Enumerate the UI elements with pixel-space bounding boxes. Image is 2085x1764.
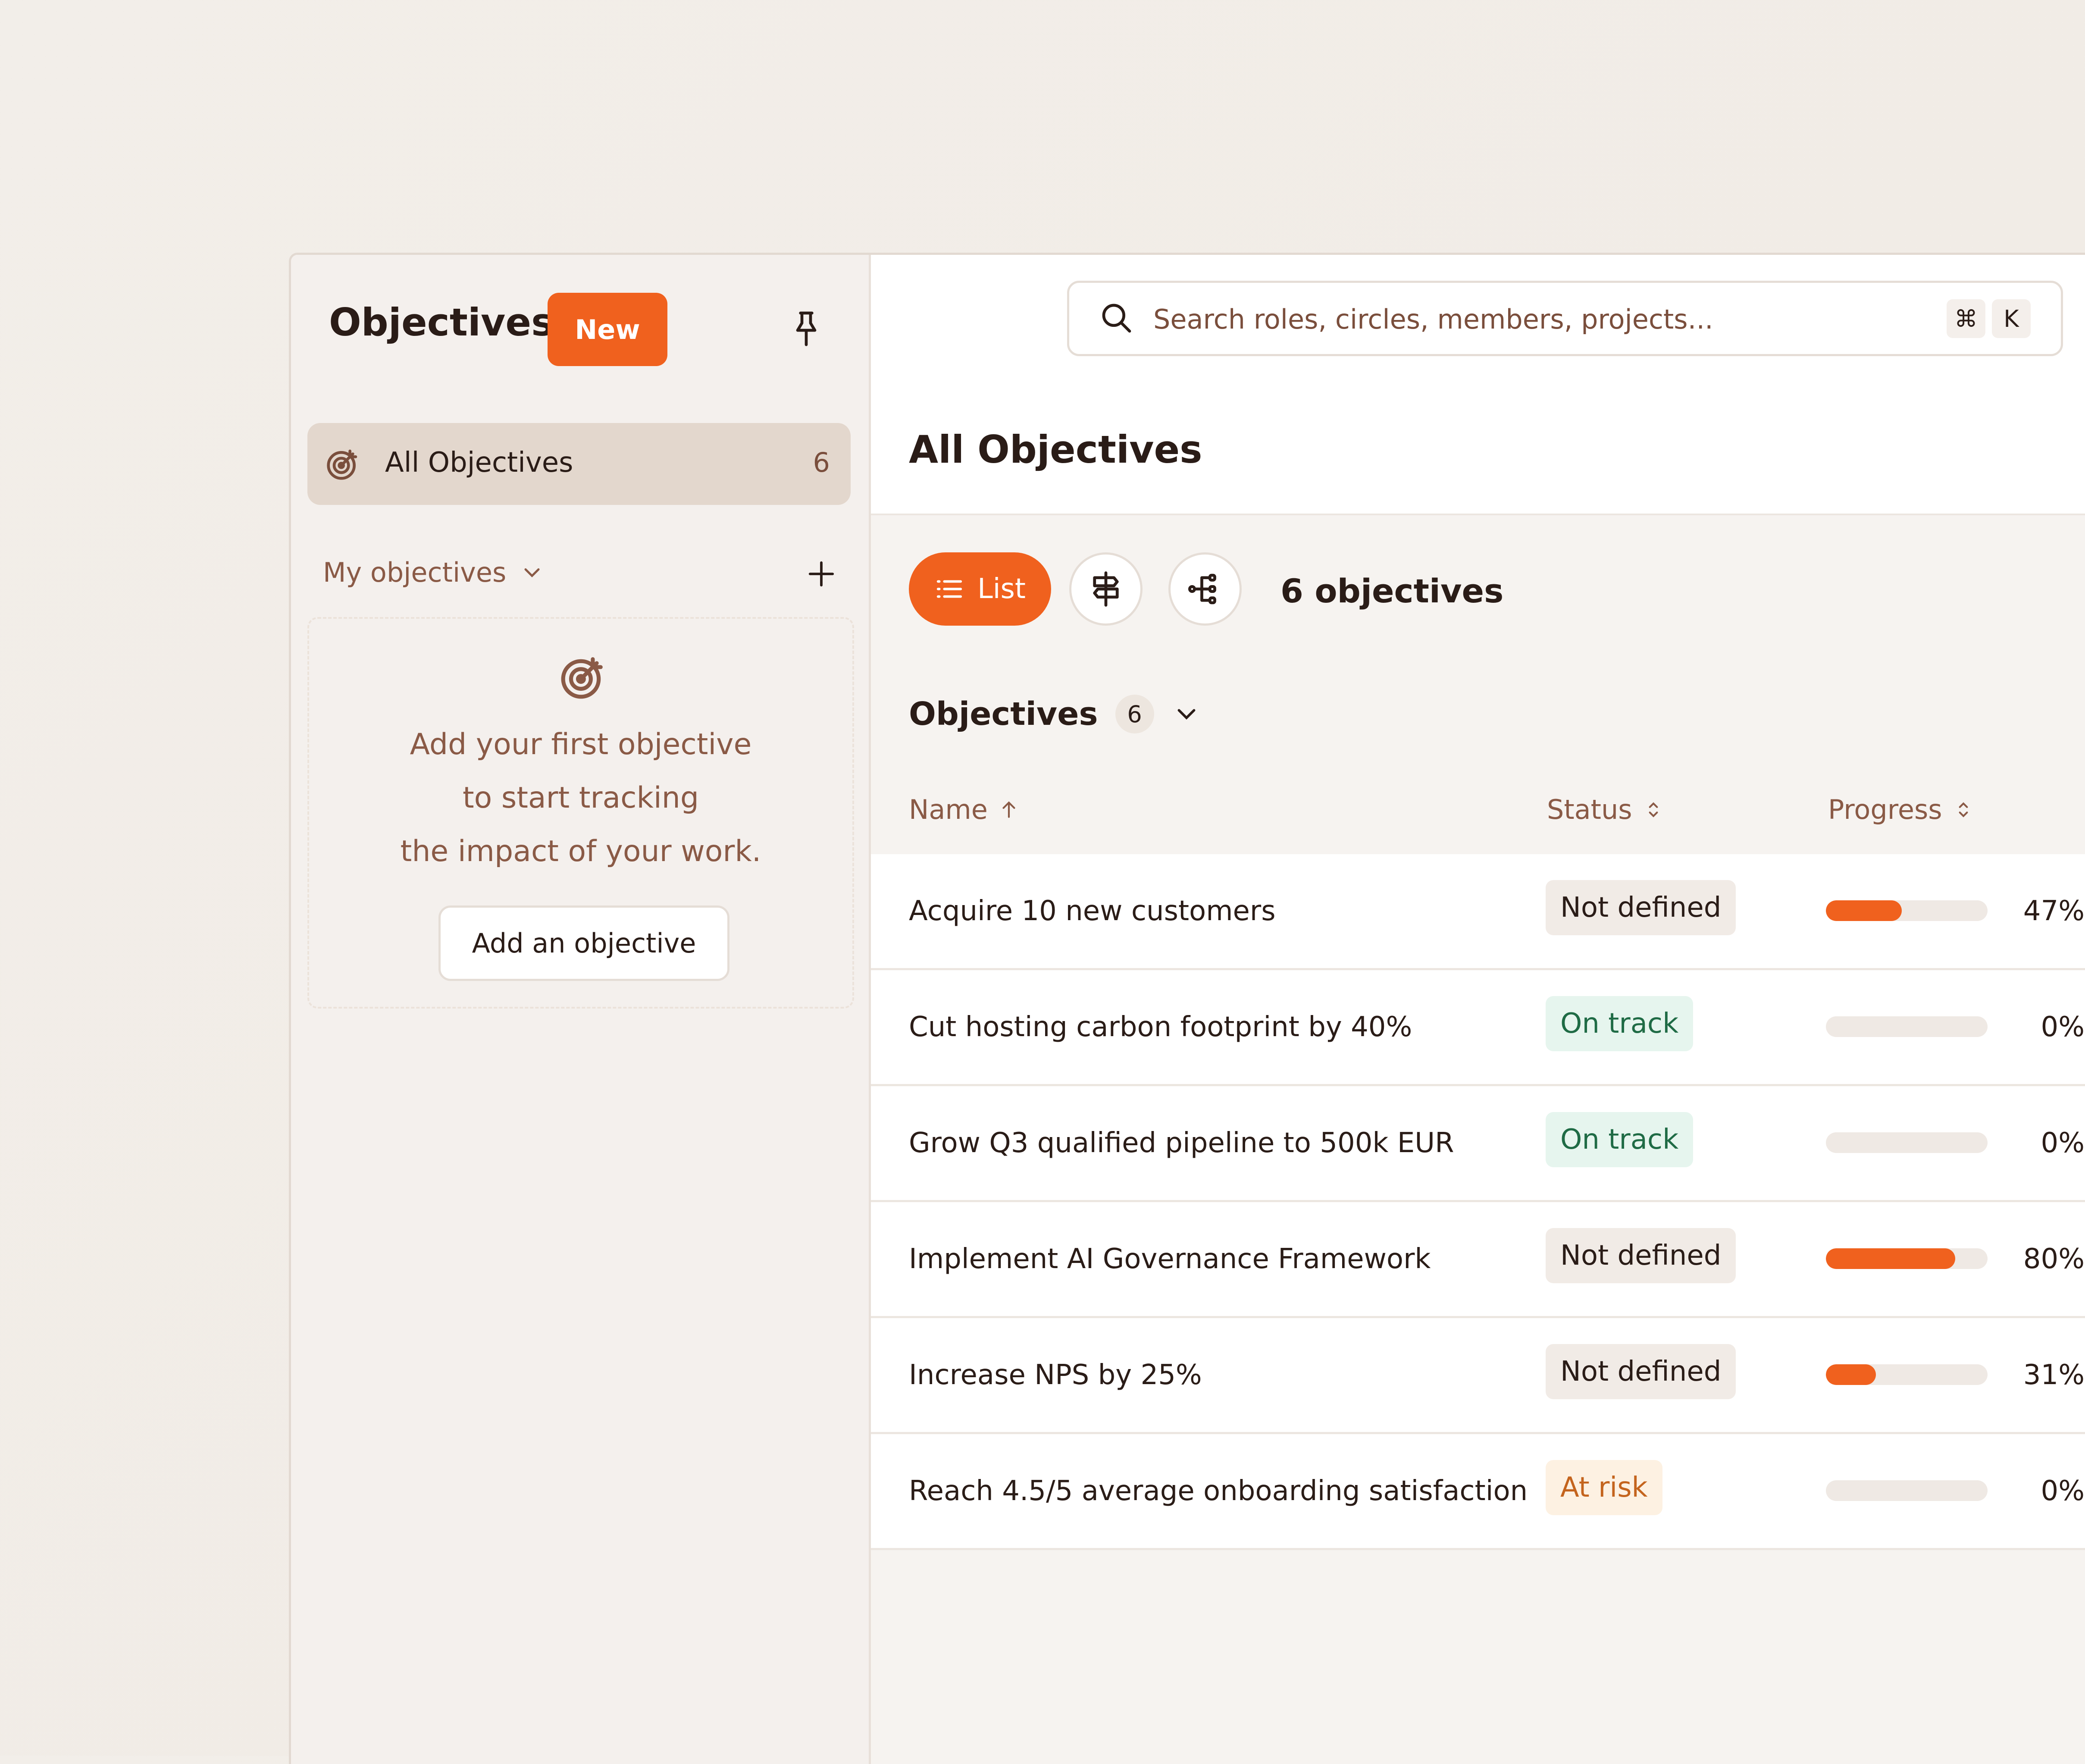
- status-badge[interactable]: Not defined: [1546, 1344, 1736, 1399]
- sidebar-item-all-objectives[interactable]: All Objectives 6: [307, 423, 851, 505]
- progress-bar: [1826, 1480, 1988, 1501]
- status-badge[interactable]: At risk: [1546, 1460, 1662, 1515]
- column-name-label: Name: [909, 794, 988, 825]
- list-view-label: List: [977, 573, 1026, 605]
- sort-icon: [1959, 802, 1968, 818]
- app-window: Objectives New All Objectives 6 My objec…: [289, 253, 2085, 1764]
- objectives-count-label: 6 objectives: [1280, 572, 1504, 610]
- objective-name[interactable]: Grow Q3 qualified pipeline to 500k EUR: [909, 1127, 1454, 1159]
- progress-bar-fill: [1826, 1364, 1876, 1385]
- objectives-group-header[interactable]: Objectives 6: [909, 695, 1202, 733]
- progress-percent: 0%: [2041, 1475, 2085, 1507]
- empty-line-2: to start tracking: [462, 781, 699, 815]
- progress-percent: 31%: [2023, 1359, 2085, 1391]
- objective-name[interactable]: Reach 4.5/5 average onboarding satisfact…: [909, 1475, 1528, 1507]
- progress-bar-fill: [1826, 900, 1902, 921]
- main-panel: Search roles, circles, members, projects…: [871, 255, 2085, 1764]
- kbd-k: K: [1992, 299, 2031, 338]
- my-objectives-label: My objectives: [323, 557, 507, 588]
- table-row[interactable]: Acquire 10 new customers Not defined 47%: [871, 854, 2085, 970]
- chevron-down-icon: [1177, 709, 1195, 720]
- progress-bar: [1826, 1248, 1988, 1269]
- status-badge[interactable]: Not defined: [1546, 1228, 1736, 1283]
- table-row[interactable]: Implement AI Governance Framework Not def…: [871, 1202, 2085, 1318]
- target-icon: [327, 449, 357, 480]
- column-status-label: Status: [1547, 794, 1632, 825]
- empty-state-text: Add your first objective to start tracki…: [309, 718, 852, 878]
- page-header: All Objectives: [871, 384, 2085, 515]
- column-header-progress[interactable]: Progress: [1828, 794, 1974, 825]
- sidebar-item-label: All Objectives: [385, 447, 573, 479]
- search-icon: [1102, 304, 1131, 333]
- progress-bar: [1826, 900, 1988, 921]
- progress-percent: 80%: [2023, 1243, 2085, 1275]
- objective-name[interactable]: Implement AI Governance Framework: [909, 1243, 1431, 1275]
- tree-view-button[interactable]: [1168, 552, 1242, 626]
- progress-bar: [1826, 1132, 1988, 1153]
- my-objectives-toggle[interactable]: My objectives: [323, 557, 545, 588]
- status-badge[interactable]: On track: [1546, 996, 1694, 1051]
- top-bar: Search roles, circles, members, projects…: [871, 255, 2085, 386]
- column-header-status[interactable]: Status: [1547, 794, 1664, 825]
- status-badge[interactable]: On track: [1546, 1112, 1694, 1167]
- objective-name[interactable]: Cut hosting carbon footprint by 40%: [909, 1011, 1412, 1043]
- progress-bar-fill: [1826, 1248, 1955, 1269]
- objectives-table: Acquire 10 new customers Not defined 47% Cu…: [871, 854, 2085, 1550]
- list-icon: [936, 580, 962, 598]
- group-count-badge: 6: [1115, 695, 1154, 733]
- plus-icon[interactable]: [806, 559, 836, 589]
- progress-percent: 0%: [2041, 1011, 2085, 1043]
- arrow-up-icon: [1002, 801, 1015, 818]
- empty-state: Add your first objective to start tracki…: [307, 617, 854, 1009]
- table-row[interactable]: Cut hosting carbon footprint by 40% On tr…: [871, 970, 2085, 1086]
- chevron-down-icon: [524, 568, 540, 577]
- table-row[interactable]: Grow Q3 qualified pipeline to 500k EUR On…: [871, 1086, 2085, 1202]
- roadmap-view-button[interactable]: [1069, 552, 1143, 626]
- column-progress-label: Progress: [1828, 794, 1942, 825]
- pin-icon[interactable]: [789, 309, 823, 352]
- sidebar-item-count: 6: [813, 447, 830, 478]
- page-title: All Objectives: [909, 427, 1202, 472]
- signpost-icon: [1093, 571, 1119, 607]
- add-objective-button[interactable]: Add an objective: [438, 905, 729, 981]
- kbd-cmd: ⌘: [1947, 299, 1985, 338]
- tree-icon: [1188, 573, 1216, 605]
- status-badge[interactable]: Not defined: [1546, 880, 1736, 935]
- sidebar: Objectives New All Objectives 6 My objec…: [291, 255, 871, 1764]
- search-placeholder: Search roles, circles, members, projects…: [1153, 304, 1713, 335]
- sort-icon: [1649, 802, 1658, 818]
- list-view-button[interactable]: List: [909, 552, 1051, 626]
- objective-name[interactable]: Acquire 10 new customers: [909, 895, 1276, 927]
- empty-line-3: the impact of your work.: [400, 834, 761, 868]
- sidebar-title: Objectives: [329, 300, 554, 345]
- table-row[interactable]: Reach 4.5/5 average onboarding satisfact…: [871, 1434, 2085, 1550]
- objective-name[interactable]: Increase NPS by 25%: [909, 1359, 1202, 1391]
- target-icon: [561, 657, 603, 699]
- group-title: Objectives: [909, 696, 1098, 733]
- progress-percent: 47%: [2023, 895, 2085, 927]
- new-objective-button[interactable]: New: [548, 293, 667, 366]
- column-header-name[interactable]: Name: [909, 794, 1020, 825]
- progress-bar: [1826, 1364, 1988, 1385]
- search-input[interactable]: Search roles, circles, members, projects…: [1067, 281, 2063, 356]
- progress-percent: 0%: [2041, 1127, 2085, 1159]
- empty-line-1: Add your first objective: [410, 727, 752, 761]
- progress-bar: [1826, 1016, 1988, 1037]
- table-row[interactable]: Increase NPS by 25% Not defined 31%: [871, 1318, 2085, 1434]
